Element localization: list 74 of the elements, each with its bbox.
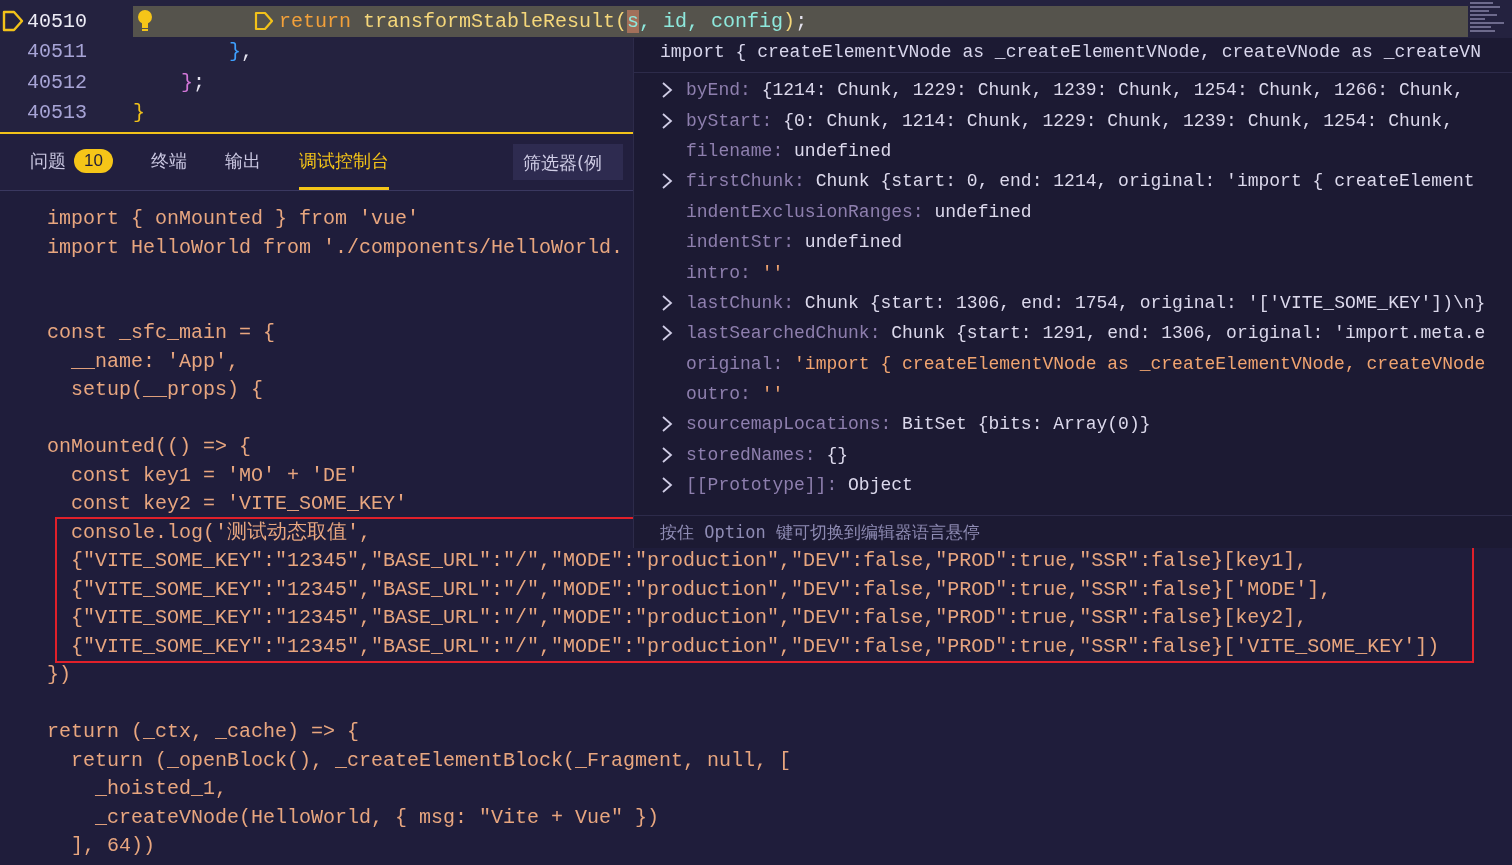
line-number: 40511 (27, 40, 87, 64)
console-line: import HelloWorld from './components/HelloWorld. (47, 234, 624, 261)
code-line: }; (180, 70, 206, 94)
property-value: Chunk {start: 1306, end: 1754, original: '['VITE_SOME_KEY'])\n} (804, 292, 1486, 313)
console-line: import { onMounted } from 'vue' (47, 206, 420, 232)
hover-header: import { createElementVNode as _createElementVNode, createVNode as _createVN (634, 38, 1512, 73)
chevron-right-icon[interactable] (660, 445, 674, 464)
property-value: 'import { createElementVNode as _createElementVNode, createVNode (794, 353, 1486, 374)
chevron-right-icon[interactable] (660, 476, 674, 495)
property-name: [[Prototype]]: (686, 475, 838, 496)
property-value: undefined (934, 201, 1032, 222)
property-name: sourcemapLocations: (686, 414, 892, 435)
property-name: lastChunk: (686, 292, 795, 313)
panel-tab[interactable]: 调试控制台 (298, 134, 389, 190)
property-name: storedNames: (686, 444, 816, 465)
console-line: {"VITE_SOME_KEY":"12345","BASE_URL":"/","MODE":"production","DEV":false,"PROD":true,"SSR":false}['VITE_SOME_KEY']) (70, 633, 1440, 660)
console-line: onMounted(() => { (47, 434, 252, 460)
console-line: ], 64)) (70, 833, 156, 859)
lightbulb-icon[interactable] (136, 9, 154, 33)
chevron-right-icon[interactable] (660, 293, 674, 312)
console-line: {"VITE_SOME_KEY":"12345","BASE_URL":"/","MODE":"production","DEV":false,"PROD":true,"SSR":false}[key1], (70, 548, 1308, 574)
code-line: return transformStableResult(s, id, config); (133, 9, 808, 33)
console-line: {"VITE_SOME_KEY":"12345","BASE_URL":"/","MODE":"production","DEV":false,"PROD":true,"SSR":false}['MODE'], (70, 576, 1332, 603)
count-badge: 10 (74, 148, 113, 173)
property-value: undefined (794, 140, 892, 161)
property-value: '' (761, 262, 784, 283)
console-line: setup(__props) { (70, 377, 264, 403)
console-line: }) (47, 662, 71, 688)
chevron-right-icon[interactable] (660, 415, 674, 434)
property-value: Chunk {start: 0, end: 1214, original: 'import { createElement (815, 171, 1475, 192)
property-name: lastSearchedChunk: (686, 323, 881, 344)
chevron-right-icon[interactable] (660, 172, 674, 191)
panel-tab[interactable]: 输出 (224, 134, 261, 190)
property-name: filename: (686, 140, 784, 161)
property-name: outro: (686, 384, 751, 405)
property-value: Object (848, 475, 913, 496)
property-name: original: (686, 353, 784, 374)
panel-tab[interactable]: 终端 (150, 134, 187, 190)
chevron-right-icon[interactable] (660, 111, 674, 130)
console-line: _createVNode(HelloWorld, { msg: "Vite + Vue" }) (94, 804, 660, 831)
code-line: } (133, 101, 145, 125)
console-line: const _sfc_main = { (47, 320, 276, 346)
console-line: const key1 = 'MO' + 'DE' (70, 462, 360, 489)
console-line: const key2 = 'VITE_SOME_KEY' (70, 491, 408, 517)
chevron-right-icon[interactable] (660, 324, 674, 343)
property-name: byStart: (686, 110, 773, 131)
property-value: BitSet {bits: Array(0)} (902, 414, 1151, 435)
console-line: console.log('测试动态取值', (70, 519, 372, 546)
hover-hint: 按住 Option 键可切换到编辑器语言悬停 (634, 515, 1512, 548)
property-value: {1214: Chunk, 1229: Chunk, 1239: Chunk, 1254: Chunk, 1266: Chunk, (761, 80, 1464, 101)
code-line: }, (228, 40, 254, 64)
console-line: return (_ctx, _cache) => { (47, 719, 360, 745)
property-name: byEnd: (686, 80, 751, 101)
breakpoint-arrow-icon[interactable] (2, 10, 24, 33)
property-value: Chunk {start: 1291, end: 1306, original: 'import.meta.e (891, 323, 1486, 344)
console-line: _hoisted_1, (94, 776, 228, 802)
chevron-right-icon[interactable] (660, 81, 674, 100)
property-value: {} (826, 444, 849, 465)
property-name: indentStr: (686, 232, 795, 253)
breakpoint-arrow-icon (253, 10, 275, 33)
filter-field[interactable]: 筛选器(例 (512, 144, 623, 180)
line-number: 40513 (27, 101, 87, 125)
property-name: intro: (686, 262, 751, 283)
console-line: return (_openBlock(), _createElementBlock(_Fragment, null, [ (70, 747, 792, 774)
property-name: indentExclusionRanges: (686, 201, 924, 222)
panel-tab[interactable]: 问题 10 (30, 134, 113, 190)
console-line: __name: 'App', (70, 348, 240, 375)
console-line: {"VITE_SOME_KEY":"12345","BASE_URL":"/","MODE":"production","DEV":false,"PROD":true,"SSR":false}[key2], (70, 605, 1308, 631)
line-number: 40510 (27, 9, 87, 33)
property-value: undefined (804, 232, 903, 253)
property-name: firstChunk: (686, 171, 805, 192)
line-number: 40512 (27, 70, 87, 94)
property-value: '' (761, 384, 784, 405)
property-value: {0: Chunk, 1214: Chunk, 1229: Chunk, 1239: Chunk, 1254: Chunk, (783, 110, 1453, 131)
